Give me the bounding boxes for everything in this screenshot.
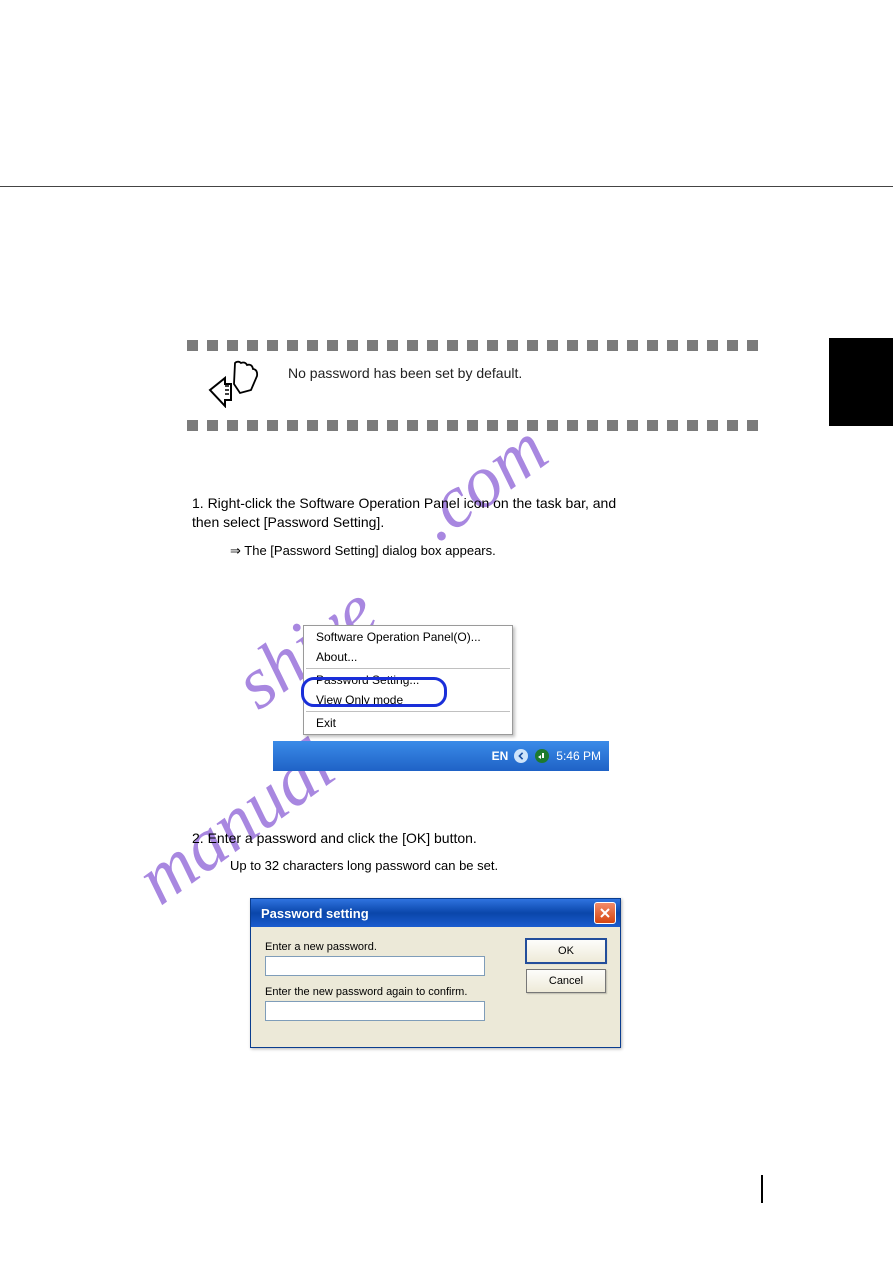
step-2-note: Up to 32 characters long password can be…: [230, 858, 498, 873]
cancel-button[interactable]: Cancel: [526, 969, 606, 993]
dialog-title-text: Password setting: [261, 906, 369, 921]
horizontal-rule: [0, 186, 893, 187]
tray-clock: 5:46 PM: [556, 749, 601, 763]
step-1-result: ⇒ The [Password Setting] dialog box appe…: [230, 543, 496, 559]
step-1-line2: then select [Password Setting].: [192, 514, 384, 530]
menu-item-sop[interactable]: Software Operation Panel(O)...: [304, 627, 512, 647]
tray-app-icon[interactable]: [534, 748, 550, 764]
taskbar: EN 5:46 PM: [273, 741, 609, 771]
menu-separator: [306, 668, 510, 669]
dialog-body: Enter a new password. Enter the new pass…: [251, 927, 620, 1047]
menu-item-password-setting[interactable]: Password Setting...: [304, 670, 512, 690]
tray-expand-icon[interactable]: [514, 749, 528, 763]
tray-lang[interactable]: EN: [492, 749, 509, 763]
close-icon[interactable]: [594, 902, 616, 924]
context-menu: Software Operation Panel(O)... About... …: [303, 625, 513, 735]
menu-item-view-only[interactable]: View Only mode: [304, 690, 512, 710]
dot-divider-bottom: [187, 420, 758, 431]
dot-divider-top: [187, 340, 758, 351]
dialog-titlebar: Password setting: [251, 899, 620, 927]
password-setting-dialog: Password setting Enter a new password. E…: [250, 898, 621, 1048]
note-text: No password has been set by default.: [288, 365, 522, 381]
step-1-line1: 1. Right-click the Software Operation Pa…: [192, 495, 616, 511]
side-tab: [829, 338, 893, 426]
menu-item-about[interactable]: About...: [304, 647, 512, 667]
confirm-password-field[interactable]: [265, 1001, 485, 1021]
menu-item-exit[interactable]: Exit: [304, 713, 512, 733]
step-2: 2. Enter a password and click the [OK] b…: [192, 830, 477, 846]
menu-separator: [306, 711, 510, 712]
new-password-field[interactable]: [265, 956, 485, 976]
ok-button[interactable]: OK: [526, 939, 606, 963]
page-number-bar: [761, 1175, 763, 1203]
attention-hand-icon: [205, 360, 263, 413]
